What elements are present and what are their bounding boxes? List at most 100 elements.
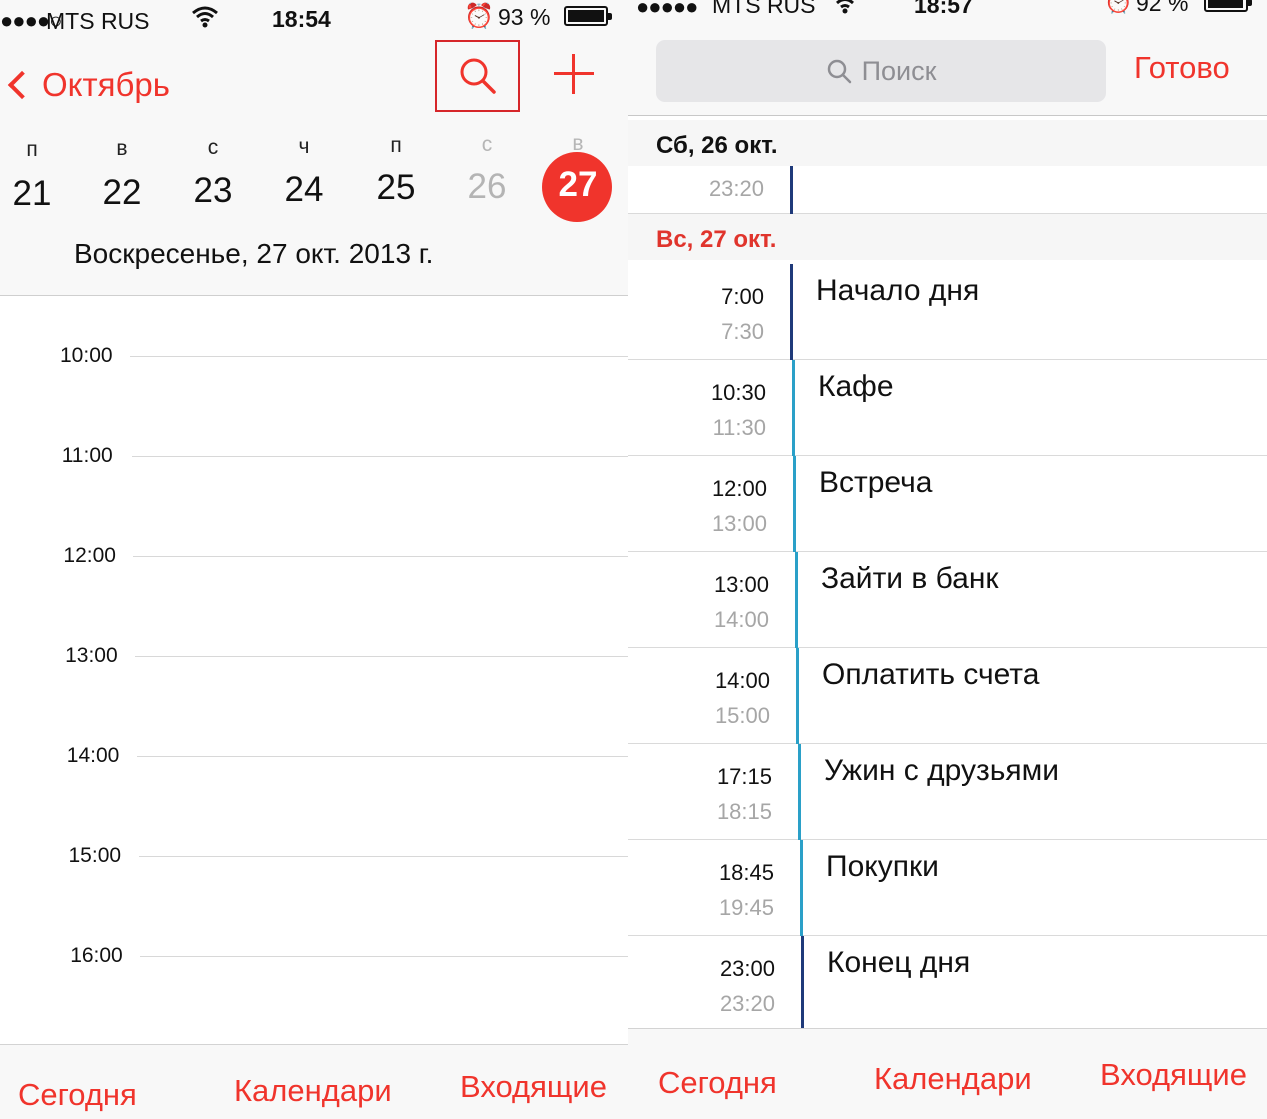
battery-percent: 93 % <box>498 4 551 30</box>
tab-inbox[interactable]: Входящие <box>460 1069 607 1105</box>
search-button[interactable] <box>435 40 520 112</box>
event-row[interactable]: 10:30 11:30 Кафе <box>628 360 1267 456</box>
week-day-23[interactable]: 23 <box>178 171 248 211</box>
week-day-25[interactable]: 25 <box>361 168 431 208</box>
back-to-month-button[interactable]: Октябрь <box>4 66 170 104</box>
hour-line <box>135 656 628 657</box>
event-row[interactable]: 7:00 7:30 Начало дня <box>628 264 1267 360</box>
event-title: Ужин с друзьями <box>824 754 1059 787</box>
hour-line <box>136 756 628 757</box>
event-end-time: 14:00 <box>713 607 769 632</box>
selected-date-title: Воскресенье, 27 окт. 2013 г. <box>74 238 434 269</box>
status-time: 18:54 <box>272 6 331 32</box>
tab-bar: Сегодня Календари Входящие <box>0 1044 628 1119</box>
week-day-24[interactable]: 24 <box>269 170 339 210</box>
event-end-time: 7:30 <box>721 319 764 344</box>
hour-row[interactable]: 11:00 <box>0 444 628 467</box>
section-date-label: Вс, 27 окт. <box>656 226 777 253</box>
calendar-color-bar <box>790 264 793 360</box>
event-end-time: 11:30 <box>712 415 766 440</box>
event-end-time: 15:00 <box>714 703 770 728</box>
search-placeholder: Поиск <box>861 55 937 86</box>
weekday-letter: п <box>26 138 38 161</box>
event-row[interactable]: 17:15 18:15 Ужин с друзьями <box>628 744 1267 840</box>
hour-label: 14:00 <box>66 744 120 767</box>
event-start-time: 7:00 <box>721 284 764 309</box>
add-event-button[interactable] <box>552 52 596 96</box>
event-title: Оплатить счета <box>822 658 1040 691</box>
alarm-clock-icon: ⏰ <box>464 3 494 30</box>
tab-today[interactable]: Сегодня <box>18 1077 137 1113</box>
event-title: Зайти в банк <box>821 562 999 595</box>
weekday-letter: с <box>207 136 219 159</box>
week-day-22[interactable]: 22 <box>87 173 157 213</box>
hour-line <box>140 956 628 957</box>
hour-row[interactable]: 14:00 <box>0 744 628 767</box>
event-end-time: 13:00 <box>711 511 767 536</box>
hour-label: 16:00 <box>70 944 123 967</box>
hour-row[interactable]: 16:00 <box>0 944 628 967</box>
week-day-26[interactable]: 26 <box>452 167 522 207</box>
event-start-time: 14:00 <box>714 668 770 693</box>
event-row[interactable]: 18:45 19:45 Покупки <box>628 840 1267 936</box>
hour-row[interactable]: 13:00 <box>0 644 628 667</box>
event-row[interactable]: 14:00 15:00 Оплатить счета <box>628 648 1267 744</box>
section-header: Вс, 27 окт. <box>628 214 1267 260</box>
event-start-time: 10:30 <box>710 380 766 405</box>
back-label: Октябрь <box>42 66 170 103</box>
event-end-time: 18:15 <box>716 799 772 824</box>
hour-line <box>138 856 628 857</box>
carrier-label: MTS RUS <box>712 0 816 18</box>
tab-today[interactable]: Сегодня <box>658 1065 777 1101</box>
battery-percent: 92 % <box>1136 0 1189 16</box>
event-row[interactable]: 13:00 14:00 Зайти в банк <box>628 552 1267 648</box>
week-day-27[interactable]: 27 <box>543 165 613 205</box>
section-date-label: Сб, 26 окт. <box>656 132 778 159</box>
battery-icon <box>564 6 612 26</box>
event-title: Начало дня <box>816 274 980 307</box>
alarm-clock-icon: ⏰ <box>1104 0 1133 14</box>
tab-inbox[interactable]: Входящие <box>1100 1057 1247 1093</box>
tab-bar: Сегодня Календари Входящие <box>628 1028 1267 1119</box>
calendar-color-bar <box>800 840 803 936</box>
calendar-color-bar <box>798 744 801 840</box>
search-icon <box>827 59 851 84</box>
wifi-icon <box>832 0 858 20</box>
signal-strength-icon: ●●●●● <box>636 0 698 19</box>
event-start-time: 12:00 <box>711 476 767 501</box>
event-title: Покупки <box>826 850 939 883</box>
hour-row[interactable]: 15:00 <box>0 844 628 867</box>
chevron-left-icon <box>7 70 37 100</box>
hour-line <box>131 456 628 457</box>
day-view-screen: ●●●●○ MTS RUS 18:54 ⏰ 93 % Октябрь пвсчп… <box>0 0 628 1119</box>
event-start-time: 17:15 <box>716 764 772 789</box>
tab-calendars[interactable]: Календари <box>234 1073 392 1109</box>
carrier-label: MTS RUS <box>46 8 150 34</box>
weekday-letter: ч <box>298 135 310 158</box>
weekday-letter: п <box>390 134 402 157</box>
week-day-21[interactable]: 21 <box>0 174 67 214</box>
hour-label: 11:00 <box>61 444 113 467</box>
calendar-color-bar <box>792 360 795 456</box>
event-title: Конец дня <box>827 946 971 979</box>
search-icon <box>460 58 496 94</box>
calendar-color-bar <box>795 552 798 648</box>
event-end-time: 23:20 <box>708 176 764 201</box>
search-input[interactable]: Поиск <box>656 40 1106 102</box>
hour-line <box>133 556 628 557</box>
event-row[interactable]: 23:00 23:20 Конец дня <box>628 936 1267 1032</box>
weekday-letter: в <box>116 137 128 160</box>
hour-label: 10:00 <box>60 344 113 367</box>
done-button[interactable]: Готово <box>1134 50 1230 86</box>
event-start-time: 23:00 <box>719 956 775 981</box>
event-row[interactable]: 12:00 13:00 Встреча <box>628 456 1267 552</box>
battery-icon <box>1204 0 1252 12</box>
event-start-time: 13:00 <box>713 572 769 597</box>
hour-row[interactable]: 12:00 <box>0 544 628 567</box>
tab-calendars[interactable]: Календари <box>874 1061 1032 1097</box>
section-header: Сб, 26 окт. <box>628 120 1267 166</box>
event-start-time: 18:45 <box>718 860 774 885</box>
calendar-color-bar <box>796 648 799 744</box>
event-end-time: 19:45 <box>718 895 774 920</box>
hour-row[interactable]: 10:00 <box>0 344 628 367</box>
